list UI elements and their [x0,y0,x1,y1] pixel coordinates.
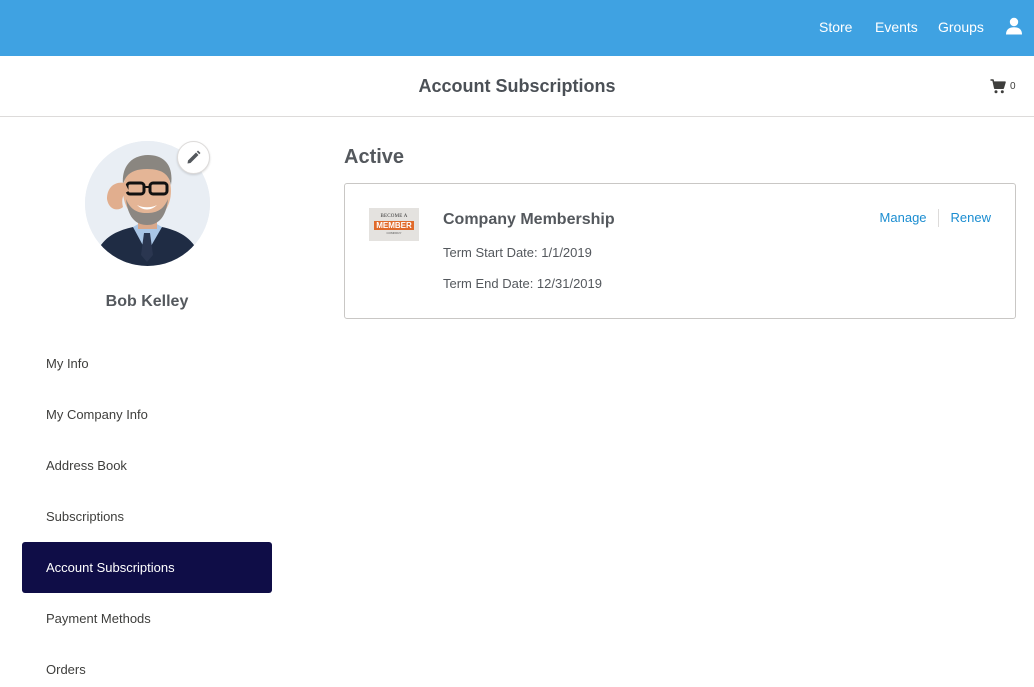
term-start-date: Term Start Date: 1/1/2019 [443,245,592,260]
thumbnail-line-2: MEMBER [374,221,414,230]
cart-icon [990,78,1006,93]
section-title-active: Active [344,146,405,168]
subscription-thumbnail: BECOME A MEMBER COMPANY [369,208,419,241]
cart-button[interactable]: 0 [990,78,1016,94]
top-nav: Store Events Groups [0,0,1034,56]
edit-profile-button[interactable] [177,141,210,174]
subscription-actions: Manage Renew [880,209,991,227]
cart-count: 0 [1010,80,1016,92]
thumbnail-line-1: BECOME A [380,214,408,219]
nav-link-store[interactable]: Store [819,18,852,36]
account-sidebar: My Info My Company Info Address Book Sub… [22,338,272,687]
sidebar-item-address-book[interactable]: Address Book [22,440,272,491]
page-title: Account Subscriptions [418,76,616,96]
header-bar: Account Subscriptions 0 [0,56,1034,117]
renew-link[interactable]: Renew [951,209,991,227]
sidebar-item-orders[interactable]: Orders [22,644,272,687]
pencil-icon [187,150,201,164]
user-icon[interactable] [1005,17,1023,35]
nav-link-events[interactable]: Events [875,18,918,36]
sidebar-item-account-subscriptions[interactable]: Account Subscriptions [22,542,272,593]
action-divider [937,209,939,227]
nav-link-groups[interactable]: Groups [938,18,984,36]
sidebar-item-subscriptions[interactable]: Subscriptions [22,491,272,542]
profile-name: Bob Kelley [105,293,189,310]
sidebar-item-my-company-info[interactable]: My Company Info [22,389,272,440]
sidebar-item-payment-methods[interactable]: Payment Methods [22,593,272,644]
subscription-card: BECOME A MEMBER COMPANY Company Membersh… [344,183,1016,319]
subscription-name: Company Membership [443,211,615,228]
manage-link[interactable]: Manage [880,209,927,227]
term-end-date: Term End Date: 12/31/2019 [443,276,602,291]
sidebar-item-my-info[interactable]: My Info [22,338,272,389]
thumbnail-line-3: COMPANY [386,231,402,235]
